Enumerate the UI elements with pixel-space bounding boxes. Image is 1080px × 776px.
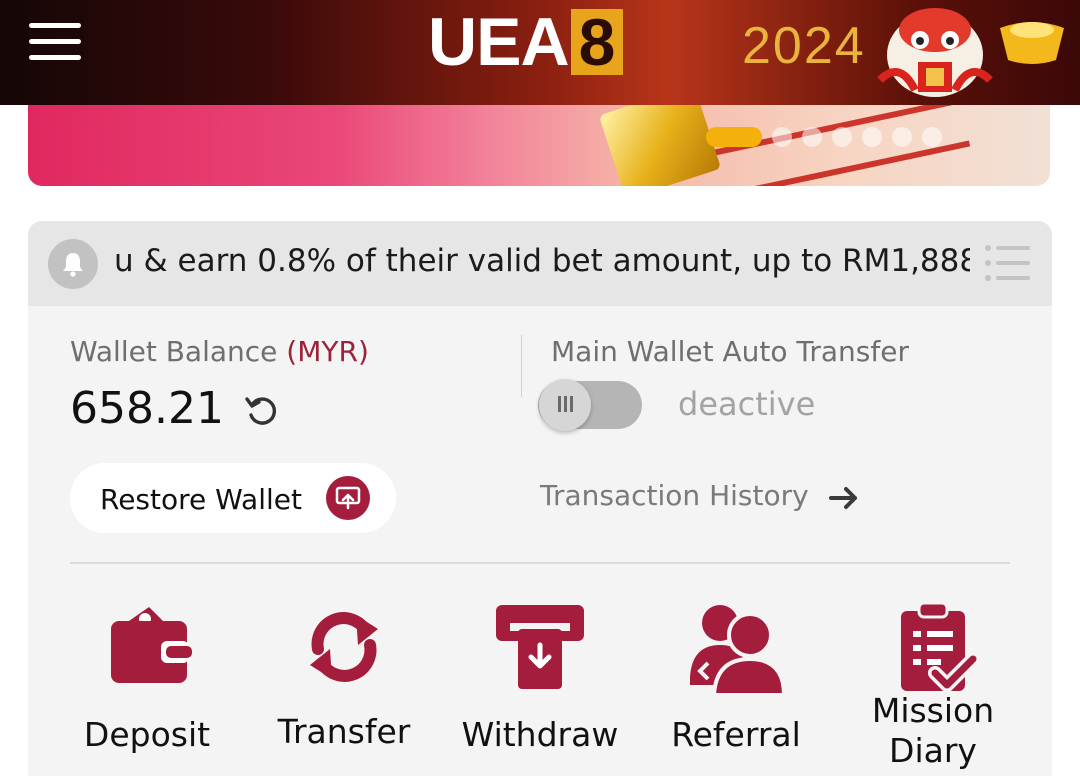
wallet-balance-label: Wallet Balance (MYR) bbox=[70, 335, 369, 368]
carousel-dot[interactable] bbox=[772, 127, 792, 147]
restore-wallet-label: Restore Wallet bbox=[100, 483, 302, 516]
restore-icon bbox=[326, 476, 370, 520]
transfer-label: Transfer bbox=[277, 712, 411, 751]
referral-label: Referral bbox=[671, 715, 801, 754]
bell-icon bbox=[48, 239, 98, 289]
toggle-knob bbox=[539, 379, 591, 431]
logo-text: UEA bbox=[428, 4, 570, 80]
quick-actions: Deposit Transfer Withdraw Referral Missi… bbox=[28, 591, 1052, 776]
wallet-icon bbox=[111, 607, 192, 683]
mission-diary-label-line1: Mission bbox=[871, 691, 995, 730]
auto-transfer-toggle[interactable] bbox=[538, 379, 642, 431]
year-decoration: 2024 bbox=[742, 17, 866, 75]
carousel-dot-active[interactable] bbox=[706, 127, 762, 147]
mission-diary-button[interactable]: Mission Diary bbox=[843, 591, 1023, 776]
transfer-button[interactable]: Transfer bbox=[254, 591, 434, 776]
carousel-indicators bbox=[706, 127, 942, 147]
referral-button[interactable]: Referral bbox=[646, 591, 826, 776]
vertical-divider bbox=[521, 335, 522, 397]
menu-icon[interactable] bbox=[29, 23, 83, 63]
announcement-ticker[interactable]: u & earn 0.8% of their valid bet amount,… bbox=[28, 221, 1052, 306]
withdraw-button[interactable]: Withdraw bbox=[450, 591, 630, 776]
restore-wallet-button[interactable]: Restore Wallet bbox=[70, 463, 396, 533]
carousel-dot[interactable] bbox=[832, 127, 852, 147]
arrow-right-icon[interactable] bbox=[828, 483, 860, 513]
wallet-balance-value: 658.21 bbox=[70, 383, 224, 434]
mission-diary-label: Mission Diary bbox=[843, 691, 1023, 771]
promo-banner[interactable] bbox=[28, 96, 1050, 186]
withdraw-label: Withdraw bbox=[461, 715, 619, 754]
currency-label: (MYR) bbox=[286, 335, 369, 368]
gold-bar-image bbox=[598, 96, 722, 186]
clipboard-check-icon bbox=[901, 601, 980, 692]
page: UEA 8 2024 u & earn 0.8% of their valid … bbox=[0, 0, 1080, 776]
carousel-dot[interactable] bbox=[802, 127, 822, 147]
gold-ingot-icon bbox=[1000, 22, 1064, 64]
top-header: UEA 8 2024 bbox=[0, 0, 1080, 105]
atm-withdraw-icon bbox=[496, 605, 584, 689]
mission-diary-label-line2: Diary bbox=[889, 731, 977, 770]
wallet-balance-text: Wallet Balance bbox=[70, 335, 278, 368]
transfer-arrows-icon bbox=[310, 612, 378, 682]
wallet-card: u & earn 0.8% of their valid bet amount,… bbox=[28, 221, 1052, 776]
auto-transfer-label: Main Wallet Auto Transfer bbox=[551, 335, 909, 368]
refresh-icon[interactable] bbox=[244, 393, 280, 429]
transaction-history-link[interactable]: Transaction History bbox=[540, 479, 809, 512]
brand-logo[interactable]: UEA 8 bbox=[428, 4, 624, 80]
announcement-text: u & earn 0.8% of their valid bet amount,… bbox=[114, 243, 970, 279]
announcement-list-icon[interactable] bbox=[984, 244, 1030, 282]
auto-transfer-state: deactive bbox=[678, 385, 816, 423]
users-icon bbox=[690, 605, 784, 695]
carousel-dot[interactable] bbox=[922, 127, 942, 147]
deposit-button[interactable]: Deposit bbox=[57, 591, 237, 776]
horizontal-divider bbox=[70, 562, 1010, 564]
carousel-dot[interactable] bbox=[862, 127, 882, 147]
carousel-dot[interactable] bbox=[892, 127, 912, 147]
deposit-label: Deposit bbox=[83, 715, 211, 754]
lion-dance-icon bbox=[877, 8, 993, 97]
logo-number: 8 bbox=[570, 9, 624, 75]
